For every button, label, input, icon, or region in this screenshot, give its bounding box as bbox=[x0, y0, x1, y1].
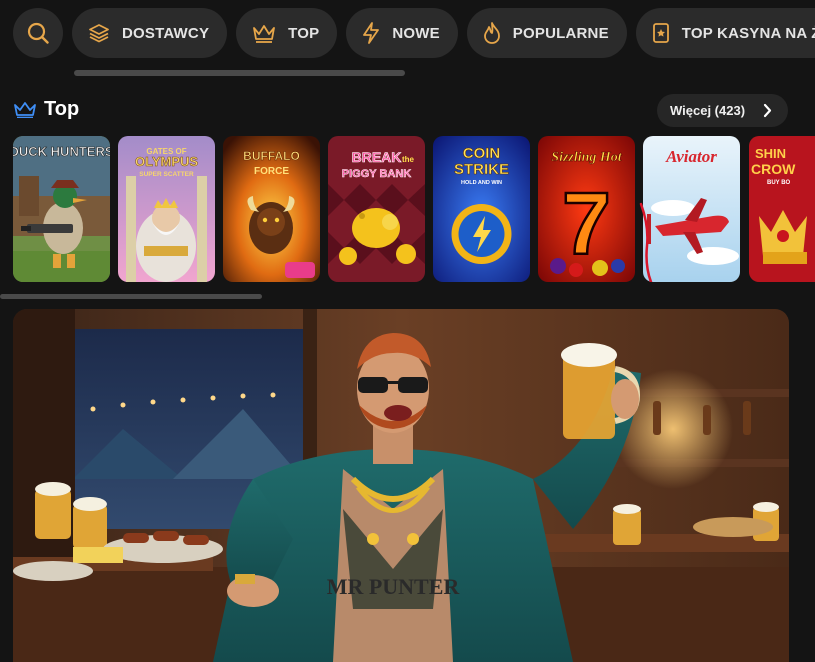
badge-icon bbox=[652, 23, 669, 43]
game-tile-piggy-bank[interactable]: BREAK the PIGGY BANK bbox=[328, 136, 425, 282]
tile-subtitle: PIGGY BANK bbox=[342, 168, 412, 180]
tile-title: DUCK HUNTERS bbox=[13, 144, 110, 159]
game-tile-shining-crown[interactable]: SHIN CROW BUY BO bbox=[749, 136, 815, 282]
tile-caption: BUY BO bbox=[767, 180, 791, 186]
category-live-casino[interactable]: TOP KASYNA NA ŻY bbox=[635, 8, 815, 58]
tile-caption: HOLD AND WIN bbox=[461, 180, 502, 186]
category-scrollbar[interactable] bbox=[74, 70, 405, 76]
lightning-icon bbox=[363, 22, 380, 44]
tile-subtitle: FORCE bbox=[254, 166, 289, 177]
category-label: DOSTAWCY bbox=[122, 24, 210, 42]
tile-title: Sizzling Hot bbox=[551, 150, 623, 165]
game-tile-gates-of-olympus[interactable]: GATES OF OLYMPUS SUPER SCATTER bbox=[118, 136, 215, 282]
crown-icon bbox=[14, 101, 36, 118]
game-carousel: DUCK HUNTERS GATES OF OLYMPUS SUPER SCAT… bbox=[13, 136, 815, 282]
tile-title: SHIN bbox=[755, 146, 786, 161]
tile-subtitle: CROW bbox=[751, 161, 796, 177]
category-label: POPULARNE bbox=[512, 24, 609, 42]
tile-subtitle: STRIKE bbox=[454, 161, 509, 178]
tile-title: BUFFALO bbox=[243, 149, 300, 163]
tile-subtitle: OLYMPUS bbox=[135, 154, 198, 169]
game-tile-coin-strike[interactable]: COIN STRIKE HOLD AND WIN bbox=[433, 136, 530, 282]
tile-title: BREAK bbox=[352, 149, 402, 165]
tile-title: Aviator bbox=[665, 147, 717, 166]
category-popular[interactable]: POPULARNE bbox=[466, 8, 627, 58]
category-providers[interactable]: DOSTAWCY bbox=[72, 8, 228, 58]
banner-chest-text: MR PUNTER bbox=[327, 574, 461, 599]
search-button[interactable] bbox=[13, 8, 63, 58]
tile-word: the bbox=[402, 155, 415, 164]
tile-title: COIN bbox=[463, 145, 501, 162]
crown-icon bbox=[253, 25, 276, 43]
section-header: Top bbox=[14, 98, 79, 121]
tile-caption: SUPER SCATTER bbox=[139, 171, 194, 178]
flame-icon bbox=[483, 22, 500, 44]
carousel-scrollbar[interactable] bbox=[0, 294, 262, 299]
chevron-right-icon bbox=[763, 103, 772, 118]
game-tile-sizzling-hot[interactable]: Sizzling Hot 7 bbox=[538, 136, 635, 282]
category-new[interactable]: NOWE bbox=[346, 8, 458, 58]
category-label: NOWE bbox=[392, 24, 440, 42]
section-title: Top bbox=[44, 98, 80, 120]
layers-icon bbox=[89, 24, 109, 43]
annotation-stroke bbox=[639, 202, 653, 282]
more-button[interactable]: Więcej (423) bbox=[657, 94, 788, 127]
category-bar: DOSTAWCY TOP NOWE POPULARNE TOP KASYNA N… bbox=[13, 8, 815, 58]
more-label: Więcej (423) bbox=[670, 103, 746, 118]
game-tile-duck-hunters[interactable]: DUCK HUNTERS bbox=[13, 136, 110, 282]
tile-seven: 7 bbox=[562, 174, 611, 273]
game-tile-buffalo-force[interactable]: BUFFALO FORCE bbox=[223, 136, 320, 282]
category-label: TOP KASYNA NA ŻY bbox=[681, 24, 815, 42]
search-icon bbox=[27, 22, 49, 44]
promo-banner[interactable]: MR PUNTER bbox=[13, 309, 789, 662]
category-top[interactable]: TOP bbox=[236, 8, 338, 58]
category-label: TOP bbox=[288, 24, 320, 42]
